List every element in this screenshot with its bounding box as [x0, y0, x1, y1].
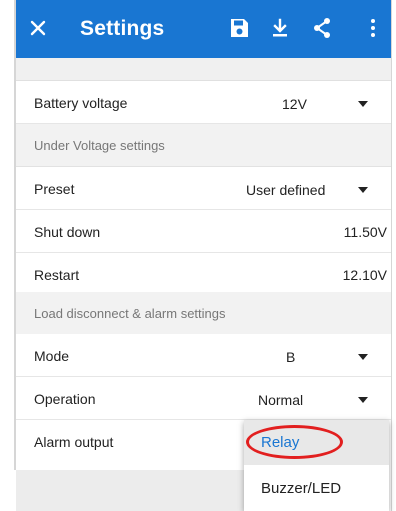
battery-voltage-row: Battery voltage 12V [16, 81, 391, 124]
operation-value: Normal [258, 392, 304, 408]
battery-voltage-value: 12V [282, 96, 307, 112]
share-icon[interactable] [310, 16, 334, 40]
preset-row: Preset User defined [16, 167, 391, 210]
save-icon[interactable] [227, 16, 251, 40]
dropdown-arrow-icon [358, 354, 368, 360]
section-title: Load disconnect & alarm settings [34, 306, 226, 321]
shut-down-label: Shut down [34, 224, 101, 240]
more-vert-icon[interactable] [361, 16, 385, 40]
dropdown-arrow-icon [358, 101, 368, 107]
preset-value: User defined [246, 182, 326, 198]
red-annotation-circle [246, 425, 343, 459]
operation-label: Operation [34, 391, 96, 407]
bottom-area [16, 470, 244, 511]
mode-value: B [286, 349, 296, 365]
restart-label: Restart [34, 267, 80, 283]
battery-voltage-label: Battery voltage [34, 95, 128, 111]
dropdown-option-buzzer-led[interactable]: Buzzer/LED [244, 466, 389, 511]
dropdown-arrow-icon [358, 187, 368, 193]
restart-value: 12.10V [342, 267, 387, 283]
load-disconnect-section-header: Load disconnect & alarm settings [16, 292, 391, 335]
top-spacer [16, 58, 391, 81]
option-label: Buzzer/LED [261, 480, 342, 497]
operation-select[interactable]: Normal [244, 383, 384, 414]
settings-screen: Settings Battery voltage 12V Under Volta… [16, 0, 391, 511]
alarm-output-label: Alarm output [34, 434, 114, 450]
mode-row: Mode B [16, 334, 391, 377]
battery-voltage-select[interactable]: 12V [274, 87, 384, 118]
operation-row: Operation Normal [16, 377, 391, 420]
mode-select[interactable]: B [274, 340, 384, 371]
right-divider [391, 0, 392, 511]
preset-label: Preset [34, 181, 75, 197]
section-title: Under Voltage settings [34, 138, 165, 153]
left-margin [0, 0, 14, 511]
dropdown-arrow-icon [358, 397, 368, 403]
preset-select[interactable]: User defined [242, 173, 384, 204]
close-icon[interactable] [26, 16, 50, 40]
restart-row[interactable]: Restart 12.10V [16, 253, 391, 296]
mode-label: Mode [34, 348, 70, 364]
under-voltage-section-header: Under Voltage settings [16, 124, 391, 167]
shut-down-row[interactable]: Shut down 11.50V [16, 210, 391, 253]
shut-down-value: 11.50V [343, 224, 387, 240]
download-icon[interactable] [268, 16, 292, 40]
page-title: Settings [80, 17, 165, 40]
app-bar: Settings [16, 0, 391, 58]
